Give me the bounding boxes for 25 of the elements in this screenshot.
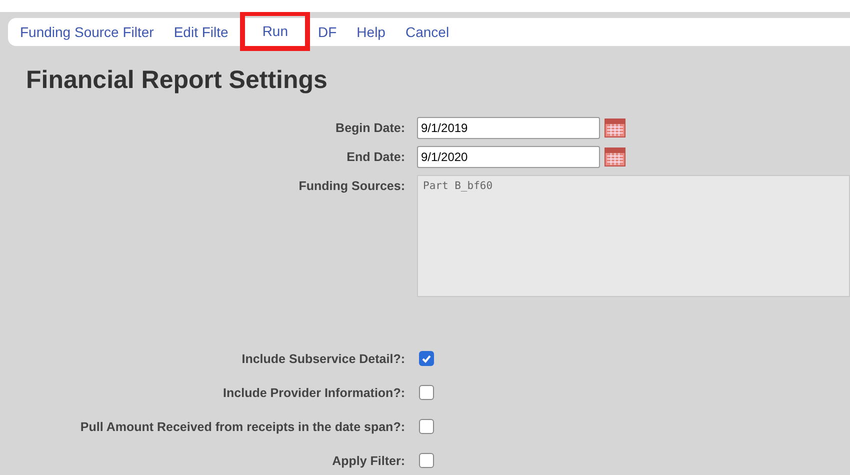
- option-label: Pull Amount Received from receipts in the date span?:: [79, 420, 405, 434]
- option-label: Include Subservice Detail?:: [240, 352, 405, 366]
- field-label: Begin Date:: [334, 121, 405, 135]
- menu-link[interactable]: DF: [318, 24, 337, 40]
- checkbox[interactable]: [419, 351, 434, 366]
- menu-link[interactable]: Funding Source Filter: [20, 24, 154, 40]
- checkbox[interactable]: [419, 385, 434, 400]
- calendar-icon[interactable]: [604, 118, 626, 138]
- page-title: Financial Report Settings: [26, 66, 328, 95]
- option-label: Apply Filter:: [331, 454, 405, 468]
- menu-link[interactable]: Cancel: [405, 24, 450, 40]
- checkbox[interactable]: [419, 453, 434, 468]
- field-label: End Date:: [346, 150, 405, 164]
- check-icon: [421, 353, 432, 364]
- menu-link[interactable]: Run: [240, 12, 310, 50]
- option-label: Include Provider Information?:: [222, 386, 405, 400]
- date-field[interactable]: 9/1/2020: [417, 146, 600, 168]
- calendar-icon[interactable]: [604, 147, 626, 167]
- checkbox[interactable]: [419, 419, 434, 434]
- date-field[interactable]: 9/1/2019: [417, 117, 600, 139]
- menu-link[interactable]: Edit Filte: [174, 24, 228, 40]
- funding-sources-list[interactable]: Part B_bf60: [417, 175, 850, 297]
- field-label: Funding Sources:: [298, 178, 405, 193]
- list-item[interactable]: Part B_bf60: [423, 180, 493, 192]
- menu-link[interactable]: Help: [356, 24, 386, 40]
